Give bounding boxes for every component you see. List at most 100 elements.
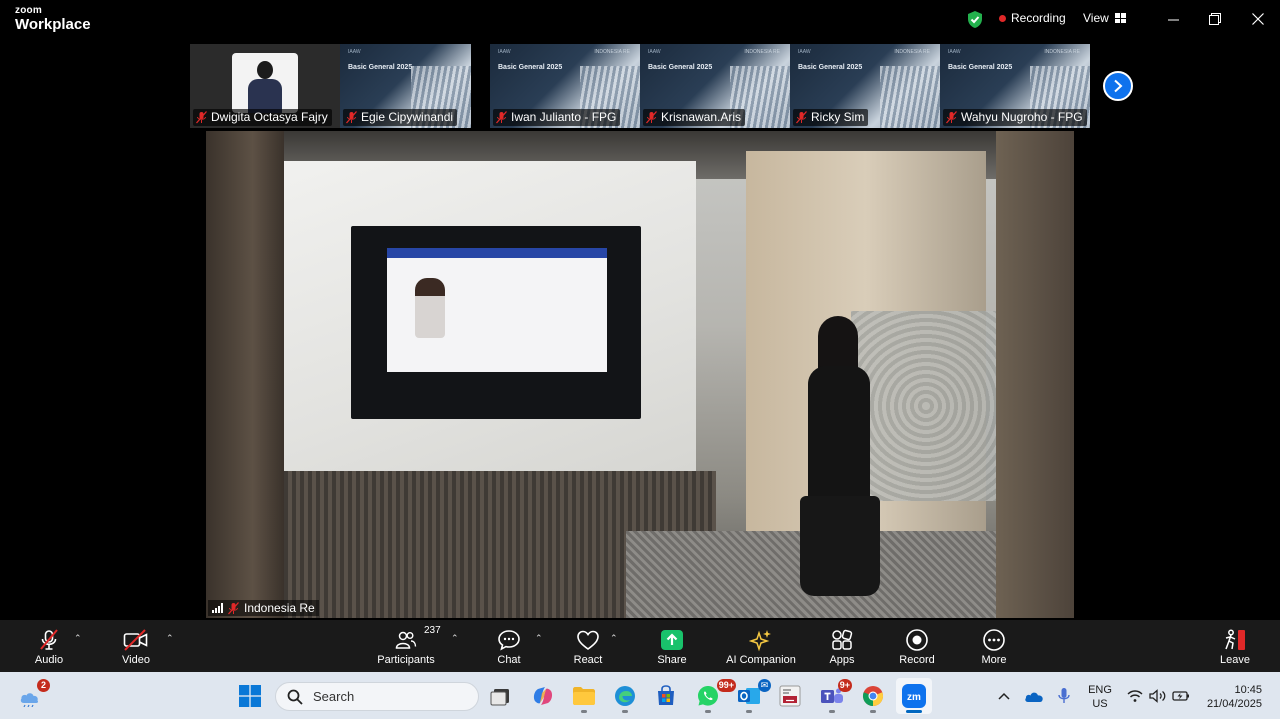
participant-nametag: Ricky Sim xyxy=(793,109,869,126)
participant-nametag: Krisnawan.Aris xyxy=(643,109,746,126)
wifi-tray-button[interactable] xyxy=(1124,678,1146,714)
taskbar-teams[interactable]: 9+ xyxy=(814,678,852,714)
mic-muted-icon xyxy=(796,110,807,123)
more-button[interactable]: More xyxy=(976,620,1012,672)
taskbar-whatsapp[interactable]: 99+ xyxy=(690,678,736,714)
slide-title: Basic General 2025 xyxy=(648,64,713,71)
participant-name: Wahyu Nugroho - FPG xyxy=(961,110,1083,124)
slide-title: Basic General 2025 xyxy=(348,64,413,71)
chat-options-caret[interactable]: ⌃ xyxy=(535,633,543,644)
zoom-logo: zoom Workplace xyxy=(15,6,91,33)
microphone-tray-button[interactable] xyxy=(1050,678,1078,714)
ai-sparkle-icon xyxy=(749,630,771,652)
slide-header: IAAW xyxy=(498,49,511,55)
chat-button[interactable]: Chat xyxy=(490,620,528,672)
chat-label: Chat xyxy=(497,654,521,666)
leave-button[interactable]: Leave xyxy=(1218,620,1252,672)
video-options-caret[interactable]: ⌃ xyxy=(166,633,174,644)
recording-indicator[interactable]: Recording xyxy=(999,11,1066,25)
participant-tile[interactable]: IAAW INDONESIA RE Basic General 2025 Iwa… xyxy=(490,44,640,128)
view-button[interactable]: View xyxy=(1083,11,1126,25)
mic-muted-icon xyxy=(228,601,239,614)
language-indicator[interactable]: ENG US xyxy=(1086,683,1114,711)
battery-charging-icon xyxy=(1172,691,1189,701)
share-screen-icon xyxy=(661,630,683,650)
taskbar-copilot[interactable] xyxy=(525,678,561,714)
start-button[interactable] xyxy=(232,678,268,714)
participants-button[interactable]: 237 Participants xyxy=(372,620,440,672)
apps-button[interactable]: Apps xyxy=(824,620,860,672)
share-button[interactable]: Share xyxy=(652,620,692,672)
next-page-button[interactable] xyxy=(1103,71,1133,101)
taskbar-store[interactable] xyxy=(648,678,684,714)
react-options-caret[interactable]: ⌃ xyxy=(610,633,618,644)
search-input[interactable] xyxy=(313,689,463,704)
apps-icon xyxy=(832,629,853,650)
folder-icon xyxy=(573,687,595,705)
onedrive-tray-icon-button[interactable] xyxy=(1020,678,1048,714)
participant-tile[interactable]: Dwigita Octasya Fajry xyxy=(190,44,356,128)
chevron-up-icon xyxy=(998,692,1010,700)
participant-name: Ricky Sim xyxy=(811,110,865,124)
participant-nametag: Egie Cipywinandi xyxy=(343,109,458,126)
store-bag-icon xyxy=(658,685,674,705)
more-label: More xyxy=(981,654,1007,666)
close-button[interactable] xyxy=(1244,8,1272,30)
taskbar-outlook[interactable]: ✉ xyxy=(731,678,771,714)
taskbar-task-view[interactable] xyxy=(483,678,519,714)
mic-muted-icon xyxy=(496,110,507,123)
participant-tile[interactable]: IAAW Basic General 2025 Egie Cipywinandi xyxy=(340,44,471,128)
slide-header: IAAW xyxy=(348,49,361,55)
audio-button[interactable]: Audio xyxy=(30,620,68,672)
keyboard-region: US xyxy=(1092,698,1108,710)
video-pillar-right xyxy=(996,131,1074,618)
taskbar-clock[interactable]: 10:45 21/04/2025 xyxy=(1196,683,1262,711)
windows-logo-icon xyxy=(239,685,261,707)
video-off-icon xyxy=(123,629,148,651)
wifi-icon xyxy=(1127,690,1143,702)
taskbar-file-explorer[interactable] xyxy=(566,678,602,714)
taskbar-edge[interactable] xyxy=(607,678,643,714)
battery-tray-button[interactable] xyxy=(1170,678,1192,714)
mic-muted-icon xyxy=(40,629,58,650)
participant-nametag: Dwigita Octasya Fajry xyxy=(193,109,332,126)
taskbar-elo-app[interactable] xyxy=(772,678,808,714)
slide-header: IAAW xyxy=(798,49,811,55)
widgets-button[interactable]: 2 xyxy=(12,678,50,714)
ai-companion-button[interactable]: AI Companion xyxy=(722,620,800,672)
speaker-volume-icon xyxy=(1149,689,1166,703)
task-view-icon xyxy=(490,689,509,706)
main-speaker-video[interactable]: Indonesia Re xyxy=(206,131,1074,618)
grid-view-icon xyxy=(1114,13,1126,23)
participant-name: Krisnawan.Aris xyxy=(661,110,742,124)
restore-icon xyxy=(1209,13,1221,25)
recording-label: Recording xyxy=(1011,11,1066,25)
taskbar-zoom[interactable]: zm xyxy=(896,678,932,714)
audio-label: Audio xyxy=(34,654,64,666)
record-button[interactable]: Record xyxy=(896,620,938,672)
participant-nametag: Wahyu Nugroho - FPG xyxy=(943,109,1087,126)
participant-tile[interactable]: IAAW INDONESIA RE Basic General 2025 Ric… xyxy=(790,44,940,128)
video-button[interactable]: Video xyxy=(116,620,156,672)
slide-logo: INDONESIA RE xyxy=(894,49,930,55)
widgets-badge: 2 xyxy=(37,679,50,692)
minimize-button[interactable] xyxy=(1159,8,1187,30)
taskbar-search-box[interactable] xyxy=(275,682,479,711)
restore-button[interactable] xyxy=(1201,8,1229,30)
volume-tray-button[interactable] xyxy=(1147,678,1169,714)
participants-options-caret[interactable]: ⌃ xyxy=(451,633,459,644)
participant-tile[interactable]: IAAW INDONESIA RE Basic General 2025 Wah… xyxy=(940,44,1090,128)
svg-text:zm: zm xyxy=(907,692,921,703)
participant-strip: Dwigita Octasya Fajry IAAW Basic General… xyxy=(190,44,1090,128)
slide-title: Basic General 2025 xyxy=(498,64,563,71)
shield-check-icon[interactable] xyxy=(966,10,984,29)
react-label: React xyxy=(573,654,603,666)
video-speaker xyxy=(796,316,886,616)
onedrive-cloud-icon xyxy=(1025,692,1043,702)
show-hidden-icons-button[interactable] xyxy=(990,678,1018,714)
meeting-toolbar: Audio ⌃ Video ⌃ 237 Participants ⌃ Chat … xyxy=(0,620,1280,672)
taskbar-chrome[interactable] xyxy=(855,678,891,714)
participant-tile[interactable]: IAAW INDONESIA RE Basic General 2025 Kri… xyxy=(640,44,790,128)
react-button[interactable]: React xyxy=(568,620,608,672)
audio-options-caret[interactable]: ⌃ xyxy=(74,633,82,644)
